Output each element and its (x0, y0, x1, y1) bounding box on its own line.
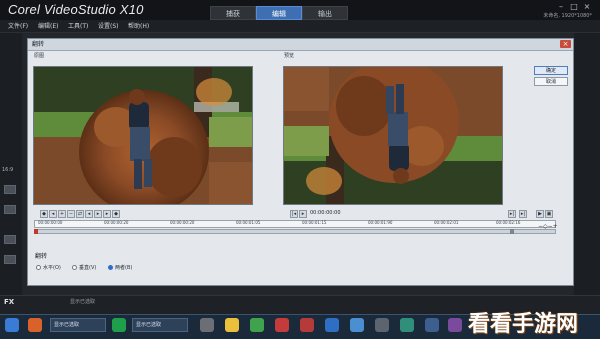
library-status: 显示已选取 (70, 299, 96, 305)
cancel-button[interactable]: 取消 (534, 77, 568, 86)
ruler-tick: 00:00:02:16 (496, 220, 521, 225)
play-icon[interactable]: ▸ (299, 210, 307, 218)
effect-title: 翻转 (35, 253, 48, 260)
settings-icon[interactable] (350, 318, 364, 332)
radio-horizontal-label: 水平(O) (43, 265, 61, 271)
chrome-icon[interactable] (250, 318, 264, 332)
ruler-tick: 00:00:00:00 (38, 220, 63, 225)
keyframe-reverse-icon[interactable]: ⇄ (76, 210, 84, 218)
radio-horizontal[interactable]: 水平(O) (36, 264, 61, 271)
ok-button[interactable]: 确定 (534, 66, 568, 75)
keyframe-start-icon[interactable]: ◆ (40, 210, 48, 218)
menu-edit[interactable]: 编辑(E) (38, 21, 58, 33)
folder-icon[interactable] (200, 318, 214, 332)
tab-capture[interactable]: 捕获 (210, 6, 256, 20)
keyframe-add-icon[interactable]: + (58, 210, 66, 218)
explorer-icon[interactable] (325, 318, 339, 332)
keyframe-prev-icon[interactable]: ◂ (49, 210, 57, 218)
keyframe-right-icon[interactable]: ▸ (94, 210, 102, 218)
preview-mode-icon[interactable]: ▣ (545, 210, 553, 218)
menu-help[interactable]: 帮助(H) (128, 21, 149, 33)
minimize-icon[interactable]: – (556, 3, 566, 11)
zoom-slider[interactable]: −◇−+ (538, 223, 558, 230)
dialog-close-icon[interactable]: × (560, 40, 571, 48)
app-icon[interactable] (28, 318, 42, 332)
keyframe-end-icon[interactable]: ◆ (112, 210, 120, 218)
radio-horizontal-dot[interactable] (36, 265, 41, 270)
next-frame-icon[interactable]: ▸| (508, 210, 516, 218)
app-icon-2[interactable] (400, 318, 414, 332)
watermark-logo: 看看手游网 (468, 312, 579, 337)
play-loop-icon[interactable]: ▶ (536, 210, 544, 218)
end-keyframe-marker[interactable] (510, 229, 514, 234)
tab-edit[interactable]: 编辑 (256, 6, 302, 20)
ruler-tick: 00:00:02:01 (434, 220, 459, 225)
menu-bar (0, 20, 600, 33)
network-icon[interactable] (375, 318, 389, 332)
taskbar-window[interactable]: 显示已选取 (50, 318, 106, 332)
ruler-tick: 00:00:01:05 (236, 220, 261, 225)
radio-vertical-dot[interactable] (72, 265, 77, 270)
start-keyframe-marker[interactable] (34, 229, 38, 234)
radio-both-dot[interactable] (108, 265, 113, 270)
transition-icon[interactable] (4, 205, 16, 214)
close-icon[interactable]: × (582, 3, 592, 11)
media-icon[interactable] (4, 185, 16, 194)
app-icon-3[interactable] (425, 318, 439, 332)
keyframe-remove-icon[interactable]: − (67, 210, 75, 218)
browser-icon[interactable] (225, 318, 239, 332)
app-logo: Corel VideoStudio X10 (8, 2, 144, 17)
menu-file[interactable]: 文件(F) (8, 21, 28, 33)
taskbar-window[interactable]: 显示已选取 (132, 318, 188, 332)
end-frame-icon[interactable]: ▸| (519, 210, 527, 218)
timeline-scrubber[interactable] (34, 229, 556, 234)
text-icon[interactable] (4, 255, 16, 264)
right-panel (574, 33, 600, 295)
dialog-title: 翻转 (32, 41, 45, 48)
aspect-ratio-label: 16:9 (2, 167, 14, 173)
title-icon[interactable] (4, 235, 16, 244)
chat-icon[interactable] (112, 318, 126, 332)
radio-both-label: 两者(B) (115, 265, 133, 271)
app-icon-4[interactable] (448, 318, 462, 332)
preview-timecode: 00:00:00:00 (310, 210, 341, 216)
preview-label: 预览 (284, 53, 295, 59)
ruler-tick: 00:00:00:20 (104, 220, 129, 225)
ruler-tick: 00:00:01:90 (368, 220, 393, 225)
fx-label[interactable]: FX (4, 298, 14, 306)
project-info: 未命名, 1920*1080* (543, 13, 592, 19)
original-image (33, 66, 253, 205)
radio-vertical[interactable]: 垂直(V) (72, 264, 96, 271)
play-start-icon[interactable]: |◂ (290, 210, 298, 218)
flip-dialog: 翻转 × 原图 预览 确定 取消 ◆ ◂ + − ⇄ ◂ ▸ ▸ ◆ |◂ ▸ … (27, 38, 574, 286)
maximize-icon[interactable]: □ (569, 3, 579, 11)
radio-both[interactable]: 两者(B) (108, 264, 132, 271)
menu-settings[interactable]: 设置(S) (98, 21, 119, 33)
dialog-title-bar: 翻转 × (28, 39, 573, 51)
radio-vertical-label: 垂直(V) (79, 265, 97, 271)
video-editor-icon[interactable] (300, 318, 314, 332)
start-icon[interactable] (5, 318, 19, 332)
ruler-tick: 00:00:01:15 (302, 220, 327, 225)
tab-share[interactable]: 输出 (302, 6, 348, 20)
original-label: 原图 (34, 53, 45, 59)
keyframe-next-icon[interactable]: ▸ (103, 210, 111, 218)
keyframe-left-icon[interactable]: ◂ (85, 210, 93, 218)
media-player-icon[interactable] (275, 318, 289, 332)
ruler-tick: 00:00:00:20 (170, 220, 195, 225)
menu-tools[interactable]: 工具(T) (68, 21, 88, 33)
preview-image (283, 66, 503, 205)
